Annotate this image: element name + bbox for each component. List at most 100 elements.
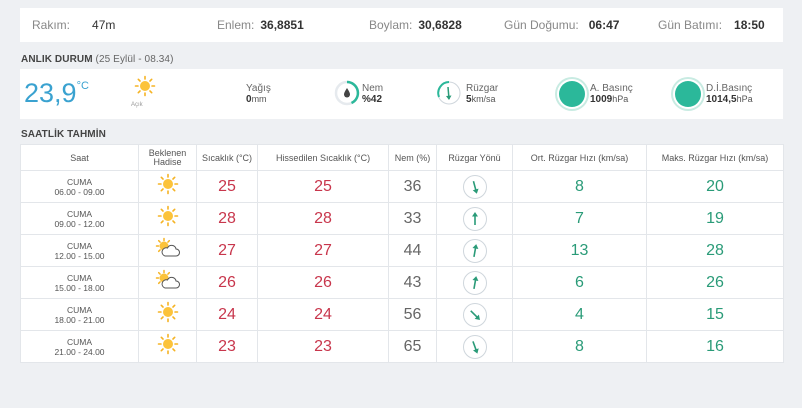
event-cell — [138, 170, 197, 203]
time-cell: CUMA 21.00 - 24.00 — [20, 330, 139, 363]
humidity-block: Nem %42 — [362, 83, 383, 105]
current-title: ANLIK DURUM — [21, 54, 93, 65]
header-time: Saat — [20, 144, 139, 171]
wind-direction-cell — [436, 202, 513, 235]
header-feels-like: Hissedilen Sıcaklık (°C) — [257, 144, 389, 171]
latitude-cell: Enlem: 36,8851 — [217, 18, 304, 32]
wind-arrow-icon — [462, 174, 487, 199]
feels-like-cell: 26 — [257, 266, 389, 299]
wind-direction-cell — [436, 170, 513, 203]
day-label: CUMA — [66, 336, 93, 347]
sea-pressure-icon — [675, 81, 701, 107]
wind-block: Rüzgar 5km/sa — [466, 83, 498, 105]
max-wind-cell: 26 — [646, 266, 784, 299]
humidity-cell: 36 — [388, 170, 437, 203]
pressure-icon — [559, 81, 585, 107]
hourly-section-title: SAATLİK TAHMİN — [21, 129, 106, 140]
hourly-forecast-table: Saat Beklenen Hadise Sıcaklık (°C) Hisse… — [20, 144, 784, 363]
max-wind-cell: 16 — [646, 330, 784, 363]
humidity-cell: 33 — [388, 202, 437, 235]
latitude-label: Enlem: — [217, 18, 255, 32]
avg-wind-cell: 7 — [512, 202, 647, 235]
wind-arrow-icon — [462, 334, 487, 359]
avg-wind-cell: 8 — [512, 330, 647, 363]
altitude-value: 47m — [92, 18, 116, 32]
sunrise-cell: Gün Doğumu: 06:47 — [504, 18, 619, 32]
day-label: CUMA — [66, 272, 93, 283]
time-cell: CUMA 18.00 - 21.00 — [20, 298, 139, 331]
longitude-value: 30,6828 — [418, 18, 462, 32]
time-range: 21.00 - 24.00 — [54, 346, 105, 357]
altitude-cell: Rakım: 47m — [32, 18, 115, 32]
table-row: CUMA 21.00 - 24.00 23 23 65 8 16 — [20, 330, 784, 363]
sunrise-label: Gün Doğumu: — [504, 18, 579, 32]
table-body: CUMA 06.00 - 09.00 25 25 36 8 20 CUMA 09.00 - 12… — [20, 170, 784, 363]
time-cell: CUMA 09.00 - 12.00 — [20, 202, 139, 235]
time-cell: CUMA 06.00 - 09.00 — [20, 170, 139, 203]
avg-wind-cell: 6 — [512, 266, 647, 299]
header-temperature: Sıcaklık (°C) — [196, 144, 258, 171]
sea-pressure-label: D.İ.Basınç — [706, 83, 753, 94]
current-section-title: ANLIK DURUM (25 Eylül - 08.34) — [21, 54, 783, 65]
wind-arrow-icon — [462, 238, 487, 263]
time-range: 15.00 - 18.00 — [54, 282, 105, 293]
header-wind-direction: Rüzgar Yönü — [436, 144, 513, 171]
current-subtitle: (25 Eylül - 08.34) — [95, 54, 174, 65]
event-cell — [138, 298, 197, 331]
time-range: 09.00 - 12.00 — [54, 218, 105, 229]
table-row: CUMA 09.00 - 12.00 28 28 33 7 19 — [20, 202, 784, 235]
sun-icon — [157, 205, 179, 231]
table-header-row: Saat Beklenen Hadise Sıcaklık (°C) Hisse… — [20, 144, 784, 171]
day-label: CUMA — [66, 240, 93, 251]
day-label: CUMA — [66, 304, 93, 315]
pressure-value: 1009 — [590, 94, 613, 105]
header-avg-wind: Ort. Rüzgar Hızı (km/sa) — [512, 144, 647, 171]
humidity-cell: 65 — [388, 330, 437, 363]
wind-arrow-icon — [462, 206, 487, 231]
sunset-cell: Gün Batımı: 18:50 — [658, 18, 765, 32]
wind-arrow-icon — [462, 270, 487, 295]
wind-label: Rüzgar — [466, 83, 499, 94]
temperature-cell: 25 — [196, 170, 258, 203]
wind-direction-cell — [436, 234, 513, 267]
time-cell: CUMA 15.00 - 18.00 — [20, 266, 139, 299]
wind-direction-icon — [436, 80, 462, 111]
temperature-cell: 23 — [196, 330, 258, 363]
current-temp-value: 23,9 — [24, 78, 77, 108]
humidity-label: Nem — [362, 83, 384, 94]
temperature-cell: 26 — [196, 266, 258, 299]
pressure-label: A. Basınç — [590, 83, 633, 94]
current-temp-unit: °C — [76, 80, 89, 92]
temperature-cell: 24 — [196, 298, 258, 331]
rain-label: Yağış — [246, 83, 271, 94]
event-cell — [138, 202, 197, 235]
feels-like-cell: 24 — [257, 298, 389, 331]
header-max-wind: Maks. Rüzgar Hızı (km/sa) — [646, 144, 784, 171]
event-cell — [138, 266, 197, 299]
humidity-value: %42 — [362, 94, 383, 105]
sea-pressure-value: 1014,5 — [706, 94, 737, 105]
event-cell — [138, 330, 197, 363]
clear-sun-icon — [134, 75, 156, 102]
header-humidity: Nem (%) — [388, 144, 437, 171]
sunset-label: Gün Batımı: — [658, 18, 723, 32]
pressure-block: A. Basınç 1009hPa — [590, 83, 633, 105]
sea-pressure-block: D.İ.Basınç 1014,5hPa — [706, 83, 753, 105]
humidity-gauge-icon — [334, 80, 360, 111]
header-event: Beklenen Hadise — [138, 144, 197, 171]
longitude-label: Boylam: — [369, 18, 413, 32]
max-wind-cell: 15 — [646, 298, 784, 331]
table-row: CUMA 12.00 - 15.00 27 27 44 13 28 — [20, 234, 784, 267]
sun-icon — [157, 173, 179, 199]
avg-wind-cell: 8 — [512, 170, 647, 203]
time-cell: CUMA 12.00 - 15.00 — [20, 234, 139, 267]
wind-unit: km/sa — [471, 94, 496, 104]
wind-arrow-icon — [462, 302, 487, 327]
event-cell — [138, 234, 197, 267]
time-range: 12.00 - 15.00 — [54, 250, 105, 261]
partly-cloudy-icon — [155, 237, 181, 263]
location-info-bar: Rakım: 47m Enlem: 36,8851 Boylam: 30,682… — [20, 8, 783, 42]
temperature-cell: 27 — [196, 234, 258, 267]
table-row: CUMA 15.00 - 18.00 26 26 43 6 26 — [20, 266, 784, 299]
feels-like-cell: 28 — [257, 202, 389, 235]
